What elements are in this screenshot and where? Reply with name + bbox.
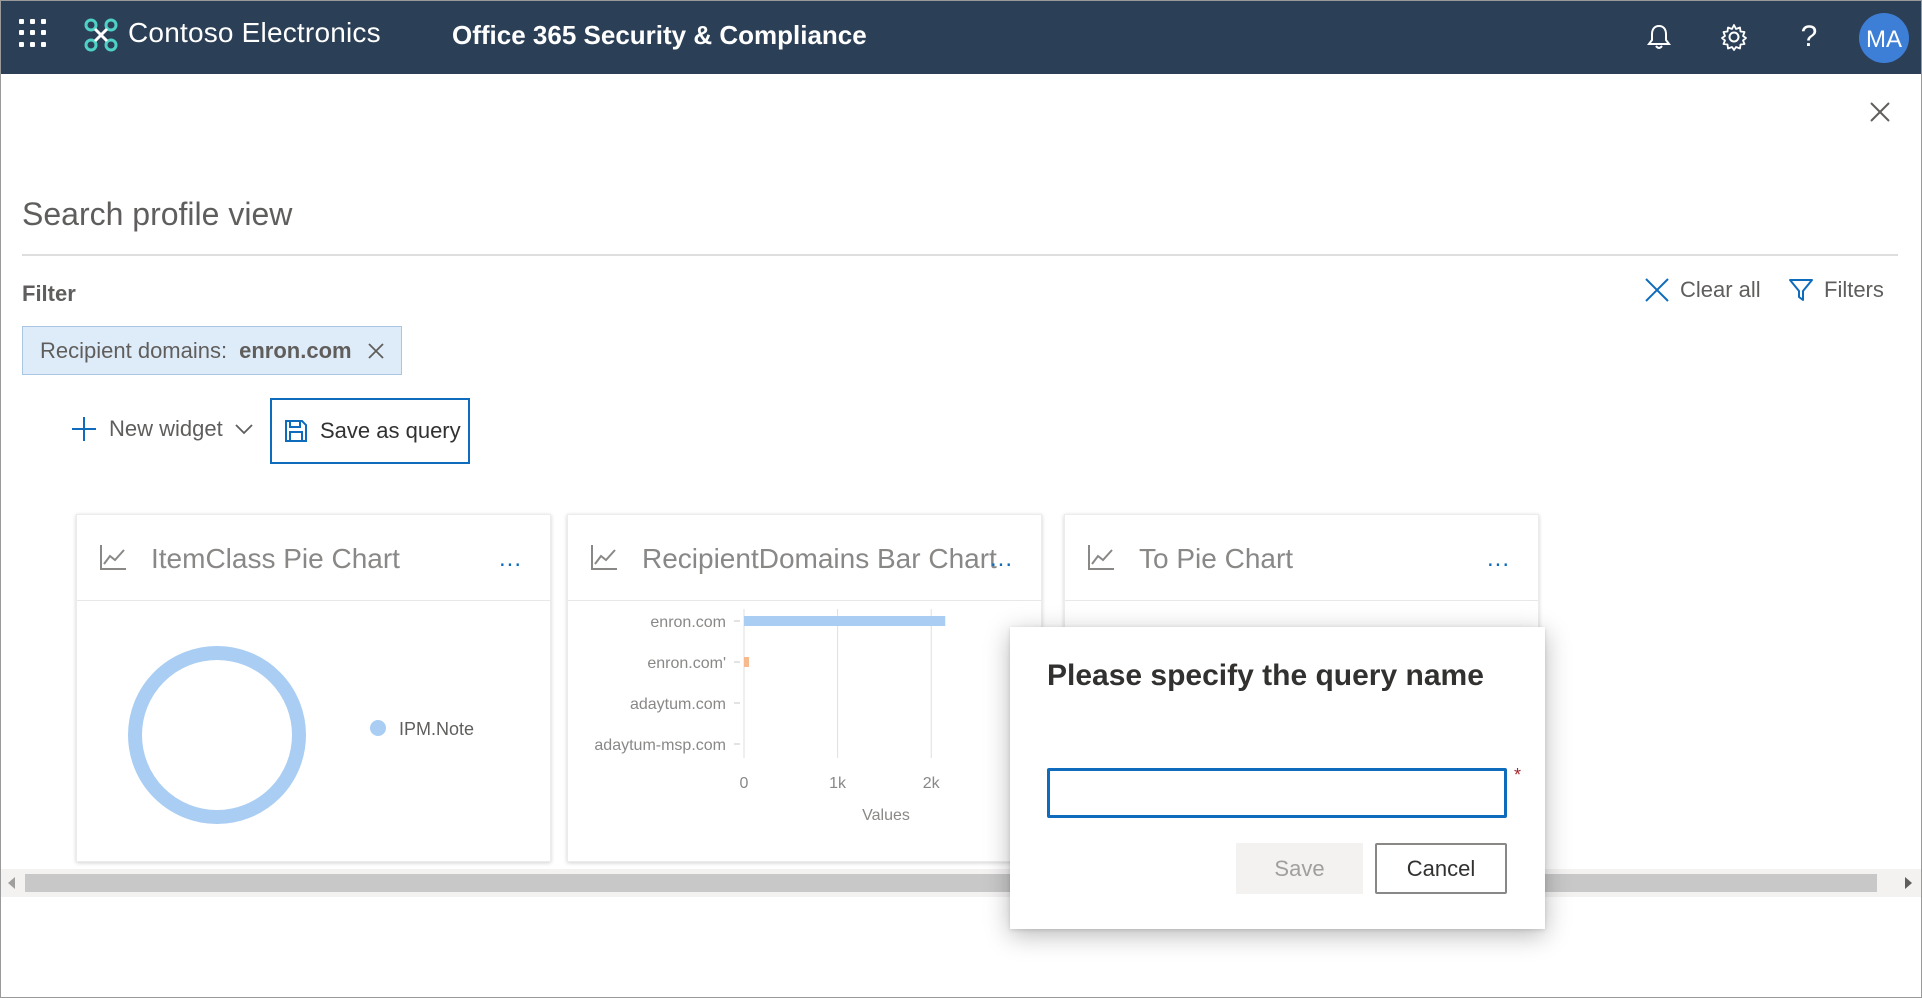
close-icon (1645, 278, 1669, 302)
x-tick-label: 2k (923, 775, 941, 792)
filter-chip-label: Recipient domains: (40, 337, 228, 363)
widget-title: ItemClass Pie Chart (151, 543, 400, 574)
save-as-query-label: Save as query (320, 418, 461, 443)
widget-header: RecipientDomains Bar Chart ... (568, 515, 1041, 601)
donut-slice-0 (128, 646, 306, 824)
gear-icon (1721, 24, 1747, 51)
remove-filter-button[interactable] (366, 341, 386, 361)
line-chart-icon (591, 545, 617, 570)
y-tick-label: enron.com' (647, 655, 726, 672)
cancel-button[interactable]: Cancel (1375, 843, 1507, 894)
save-button[interactable]: Save (1236, 843, 1363, 894)
close-icon (367, 342, 384, 359)
more-options-button[interactable]: ... (499, 545, 522, 573)
widget-title: To Pie Chart (1139, 543, 1294, 574)
save-disk-icon (285, 420, 307, 442)
filters-label: Filters (1824, 277, 1884, 302)
y-tick-label: enron.com (650, 614, 726, 631)
scroll-right-arrow-icon[interactable] (1901, 875, 1915, 891)
itemclass-donut-chart (128, 646, 306, 824)
page-title: Search profile view (22, 196, 293, 232)
close-icon[interactable] (1865, 97, 1895, 127)
bell-icon (1647, 24, 1671, 49)
settings-button[interactable] (1714, 17, 1754, 57)
x-tick-label: 1k (829, 775, 847, 792)
x-tick-label: 0 (740, 775, 749, 792)
widget-header: ItemClass Pie Chart ... (77, 515, 550, 601)
widget-header: To Pie Chart ... (1065, 515, 1538, 601)
contoso-logo-icon (84, 18, 118, 52)
save-as-query-button[interactable]: Save as query (270, 398, 470, 464)
recipientdomains-bar-chart: 0 1k 2k Values enron.com enron.com' adaytum.co… (594, 609, 946, 824)
bar-enron.com (744, 616, 946, 626)
title-divider (22, 254, 1898, 256)
filters-button[interactable]: Filters (1788, 273, 1884, 307)
clear-all-button[interactable]: Clear all (1644, 273, 1761, 307)
scrollbar-thumb[interactable] (25, 874, 1877, 892)
line-chart-icon (100, 545, 126, 570)
horizontal-scrollbar[interactable] (1, 869, 1921, 897)
plus-icon (72, 417, 96, 441)
bar-enron.com' (744, 657, 749, 667)
filter-heading: Filter (22, 281, 76, 306)
widget-title: RecipientDomains Bar Chart (642, 543, 997, 574)
app-title[interactable]: Office 365 Security & Compliance (452, 20, 867, 51)
query-name-input[interactable] (1047, 768, 1507, 818)
notifications-button[interactable] (1639, 17, 1679, 57)
legend-label: IPM.Note (399, 719, 475, 739)
line-chart-icon (1088, 545, 1114, 570)
organization-name[interactable]: Contoso Electronics (128, 17, 381, 49)
required-indicator: * (1514, 765, 1522, 785)
y-tick-label: adaytum-msp.com (594, 737, 726, 754)
widget-recipientdomains-bar-chart: RecipientDomains Bar Chart ... 0 1k 2k Valu… (567, 514, 1042, 862)
more-options-button[interactable]: ... (990, 545, 1013, 573)
filter-chip-recipient-domains[interactable]: Recipient domains: enron.com (22, 326, 402, 375)
scroll-left-arrow-icon[interactable] (5, 875, 19, 891)
app-launcher-icon[interactable] (19, 19, 47, 47)
legend-swatch (370, 720, 386, 736)
clear-all-label: Clear all (1680, 277, 1761, 302)
widget-itemclass-pie-chart: ItemClass Pie Chart ... IPM.Note (76, 514, 551, 862)
filter-chip-value: enron.com (239, 337, 352, 363)
top-navigation-bar: Contoso Electronics Office 365 Security … (1, 1, 1921, 74)
help-icon: ? (1800, 20, 1818, 53)
x-axis-title: Values (862, 807, 910, 824)
y-tick-label: adaytum.com (630, 696, 726, 713)
help-button[interactable]: ? (1789, 17, 1829, 57)
new-widget-label: New widget (109, 416, 223, 441)
dialog-title: Please specify the query name (1047, 659, 1484, 692)
avatar[interactable]: MA (1859, 13, 1909, 63)
query-name-dialog: Please specify the query name * Save Can… (1010, 627, 1545, 929)
chevron-down-icon (235, 424, 253, 435)
filter-funnel-icon (1789, 279, 1813, 301)
more-options-button[interactable]: ... (1487, 545, 1510, 573)
new-widget-button[interactable]: New widget (71, 411, 265, 447)
